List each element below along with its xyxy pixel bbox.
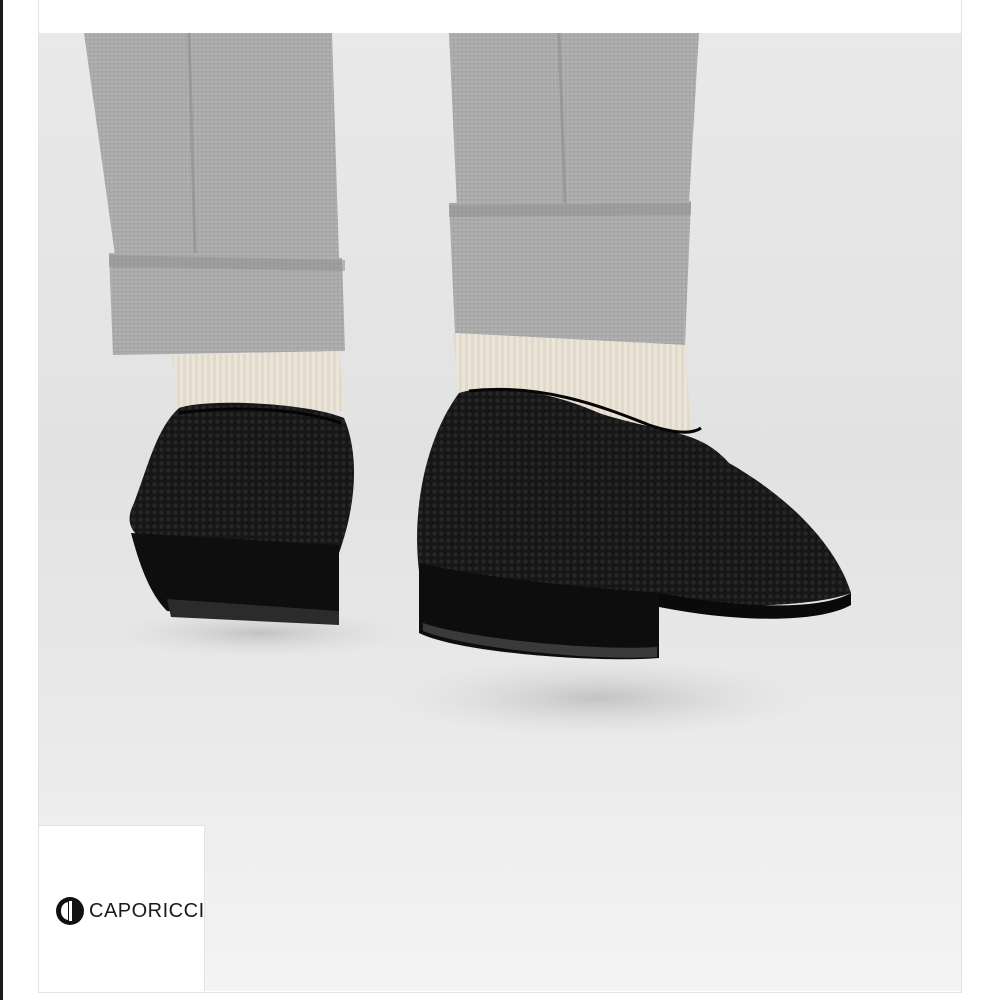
right-shoe-shadow: [389, 658, 809, 738]
brand-logo[interactable]: CAPORICCI: [55, 896, 205, 926]
left-edge-divider: [0, 0, 3, 1000]
brand-logo-box: CAPORICCI: [39, 825, 205, 991]
right-shoe: [417, 387, 851, 660]
left-trouser-leg: [84, 33, 345, 355]
caporicci-monogram-icon: [56, 897, 84, 925]
brand-name: CAPORICCI: [89, 899, 205, 922]
right-trouser-leg: [449, 33, 699, 345]
left-shoe: [129, 402, 355, 625]
